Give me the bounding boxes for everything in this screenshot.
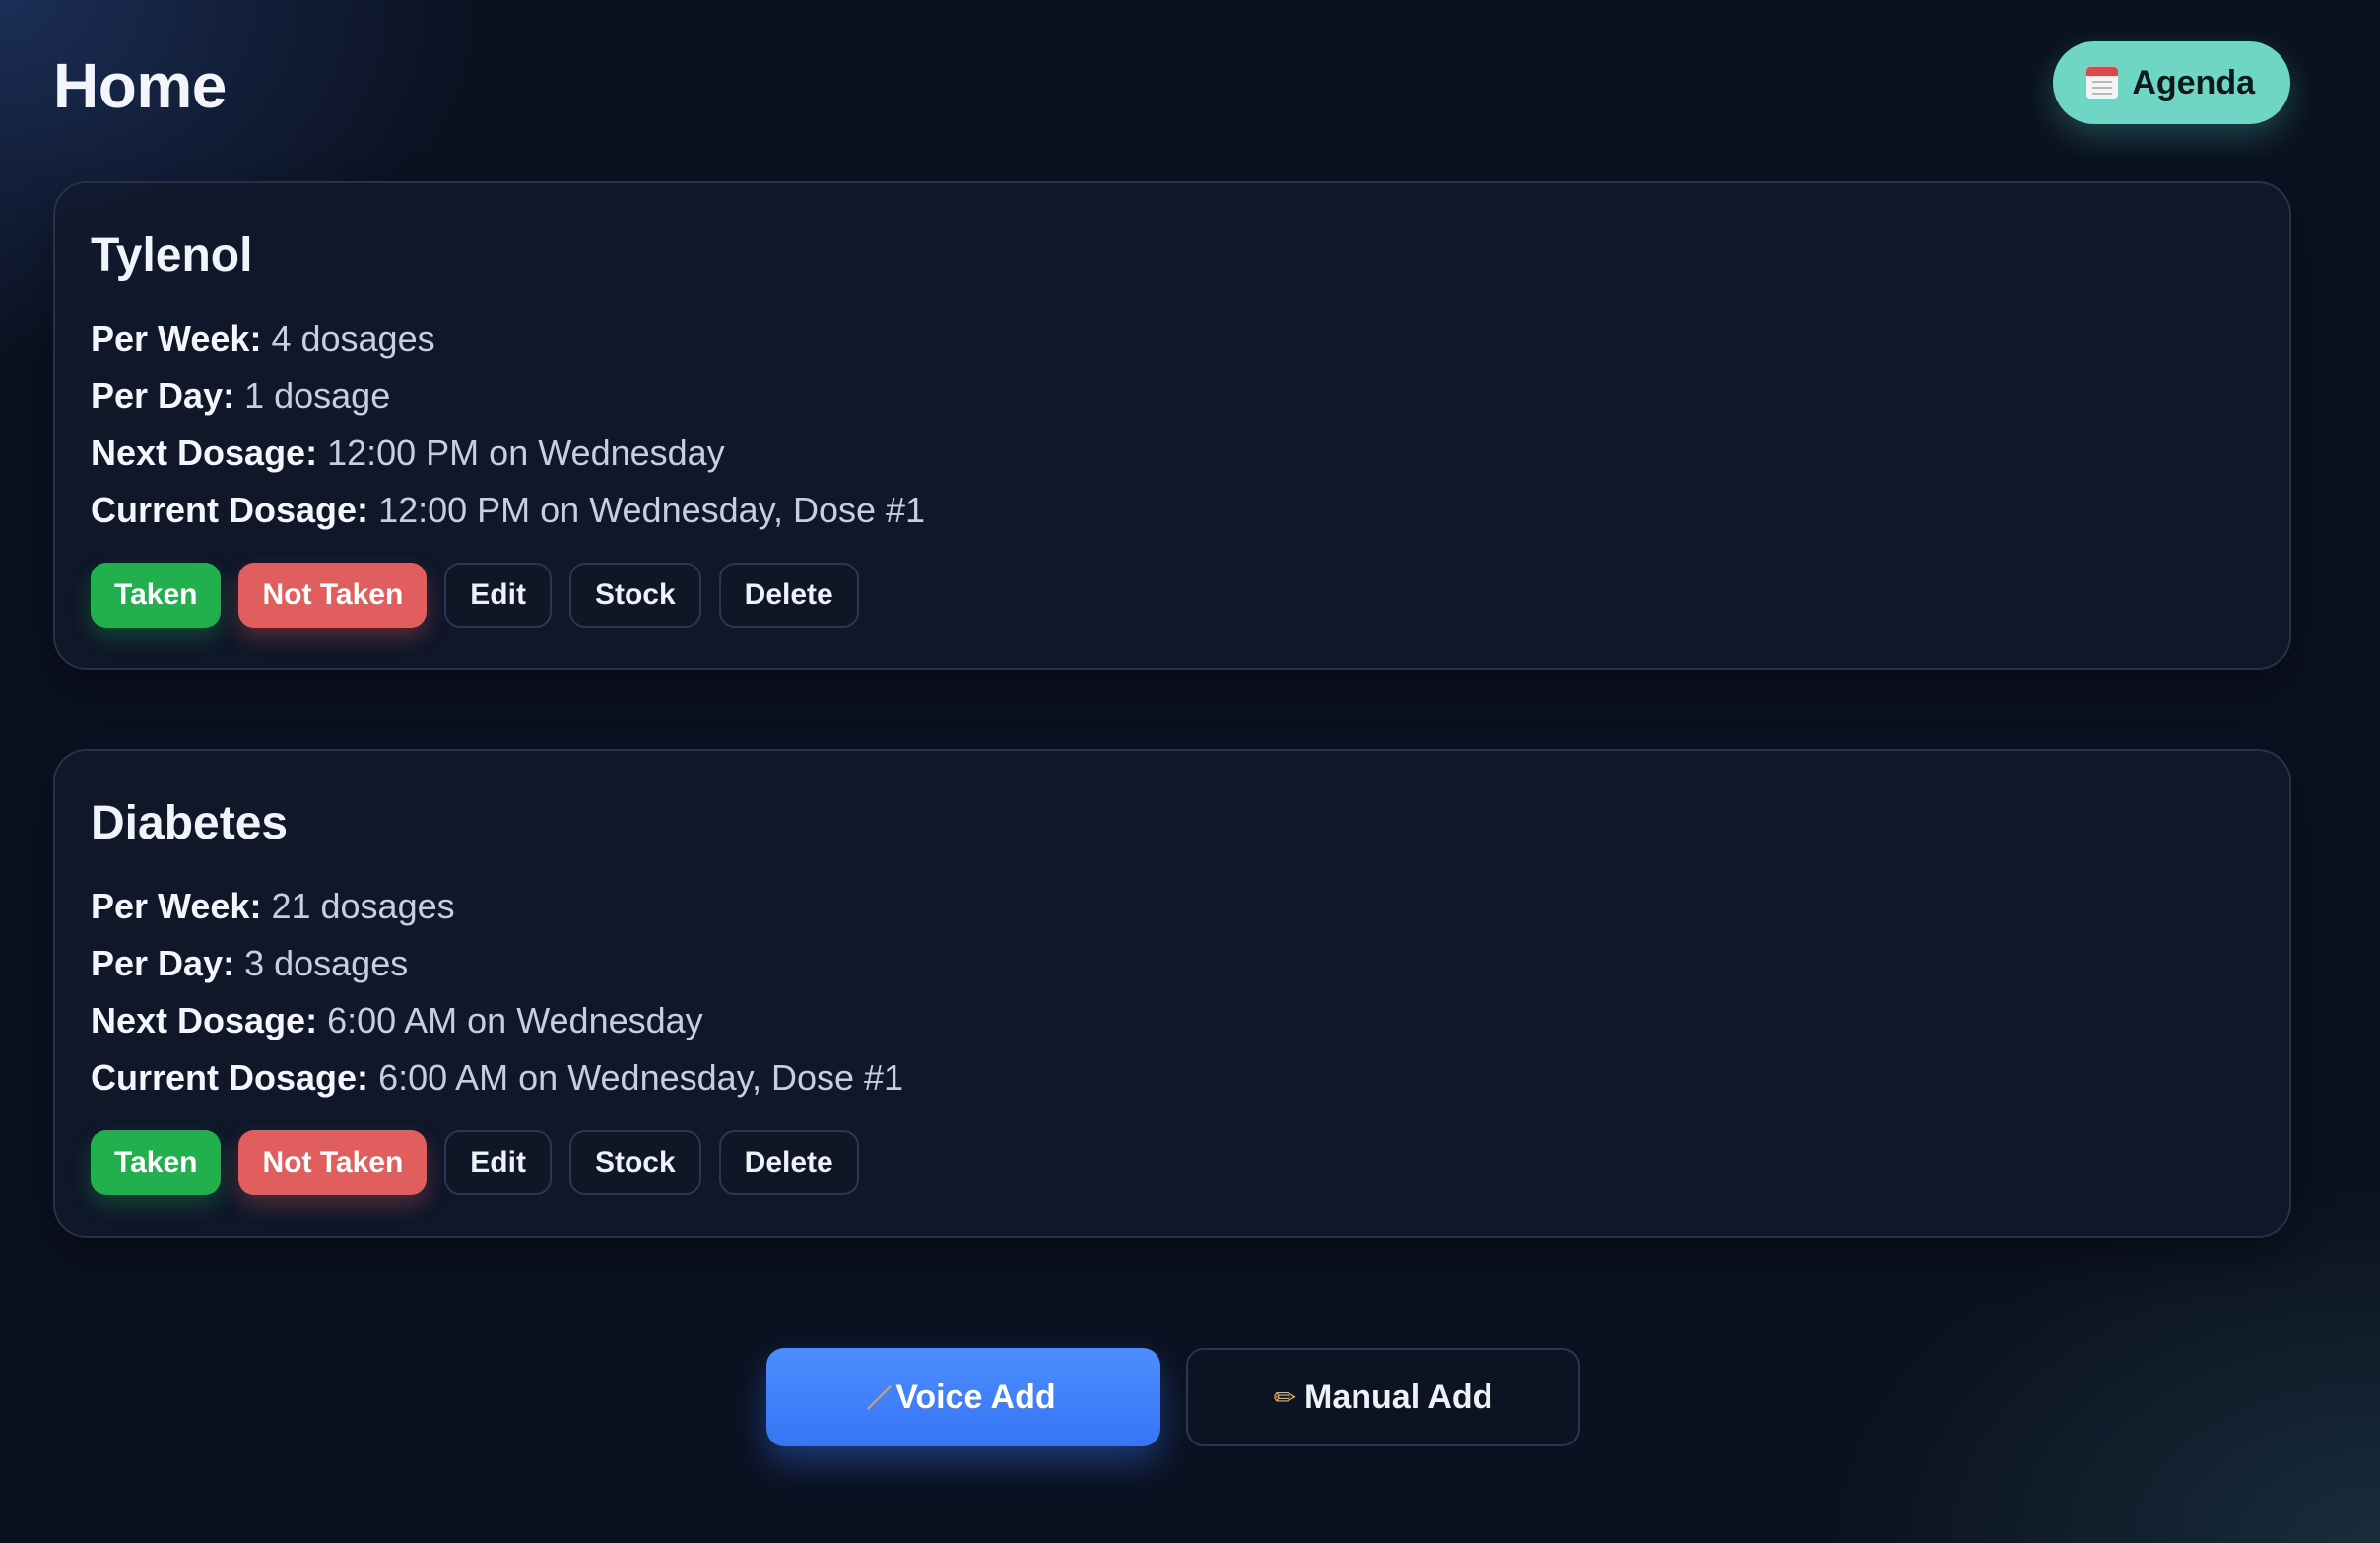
stock-button[interactable]: Stock — [568, 562, 701, 628]
current-dosage-label: Current Dosage: — [91, 489, 369, 530]
per-day-label: Per Day: — [91, 374, 235, 416]
medication-card-tylenol: Tylenol Per Week: 4 dosages Per Day: 1 d… — [53, 181, 2291, 670]
medication-actions: Taken Not Taken Edit Stock Delete — [91, 562, 2254, 628]
medication-card-diabetes: Diabetes Per Week: 21 dosages Per Day: 3… — [53, 749, 2291, 1238]
calendar-icon — [2086, 67, 2119, 99]
header: Home Agenda — [53, 41, 2290, 124]
edit-button[interactable]: Edit — [444, 562, 552, 628]
current-dosage-value: 12:00 PM on Wednesday, Dose #1 — [378, 489, 926, 530]
delete-button[interactable]: Delete — [718, 1129, 859, 1195]
page-title: Home — [53, 50, 227, 121]
per-day-row: Per Day: 3 dosages — [91, 935, 2254, 992]
current-dosage-value: 6:00 AM on Wednesday, Dose #1 — [378, 1056, 904, 1098]
taken-button[interactable]: Taken — [91, 1129, 222, 1195]
per-day-value: 3 dosages — [244, 942, 409, 983]
footer-actions: │ Voice Add ✏ Manual Add — [766, 1348, 1580, 1446]
voice-add-button[interactable]: │ Voice Add — [766, 1348, 1160, 1446]
voice-add-label: Voice Add — [895, 1377, 1056, 1416]
manual-add-label: Manual Add — [1304, 1377, 1493, 1416]
pencil-icon: ✏ — [1273, 1380, 1297, 1414]
per-week-value: 21 dosages — [271, 885, 455, 926]
not-taken-button[interactable]: Not Taken — [238, 562, 428, 628]
per-day-value: 1 dosage — [244, 374, 391, 416]
medication-name: Diabetes — [91, 797, 289, 849]
next-dosage-row: Next Dosage: 12:00 PM on Wednesday — [91, 425, 2254, 482]
agenda-label: Agenda — [2132, 63, 2255, 101]
stock-button[interactable]: Stock — [568, 1129, 701, 1195]
next-dosage-value: 12:00 PM on Wednesday — [327, 432, 725, 473]
delete-button[interactable]: Delete — [718, 562, 859, 628]
medication-actions: Taken Not Taken Edit Stock Delete — [91, 1129, 2254, 1195]
not-taken-button[interactable]: Not Taken — [238, 1129, 428, 1195]
next-dosage-label: Next Dosage: — [91, 999, 318, 1040]
next-dosage-row: Next Dosage: 6:00 AM on Wednesday — [91, 992, 2254, 1049]
taken-button[interactable]: Taken — [91, 562, 222, 628]
current-dosage-row: Current Dosage: 12:00 PM on Wednesday, D… — [91, 482, 2254, 539]
edit-button[interactable]: Edit — [444, 1129, 552, 1195]
per-day-row: Per Day: 1 dosage — [91, 368, 2254, 425]
per-week-row: Per Week: 21 dosages — [91, 878, 2254, 935]
manual-add-button[interactable]: ✏ Manual Add — [1186, 1348, 1580, 1446]
agenda-button[interactable]: Agenda — [2053, 41, 2290, 124]
current-dosage-label: Current Dosage: — [91, 1056, 369, 1098]
per-week-row: Per Week: 4 dosages — [91, 310, 2254, 368]
per-week-label: Per Week: — [91, 885, 262, 926]
per-day-label: Per Day: — [91, 942, 235, 983]
current-dosage-row: Current Dosage: 6:00 AM on Wednesday, Do… — [91, 1049, 2254, 1107]
per-week-value: 4 dosages — [271, 317, 435, 359]
microphone-icon: │ — [862, 1379, 897, 1415]
next-dosage-label: Next Dosage: — [91, 432, 318, 473]
next-dosage-value: 6:00 AM on Wednesday — [327, 999, 703, 1040]
medication-name: Tylenol — [91, 230, 253, 282]
per-week-label: Per Week: — [91, 317, 262, 359]
